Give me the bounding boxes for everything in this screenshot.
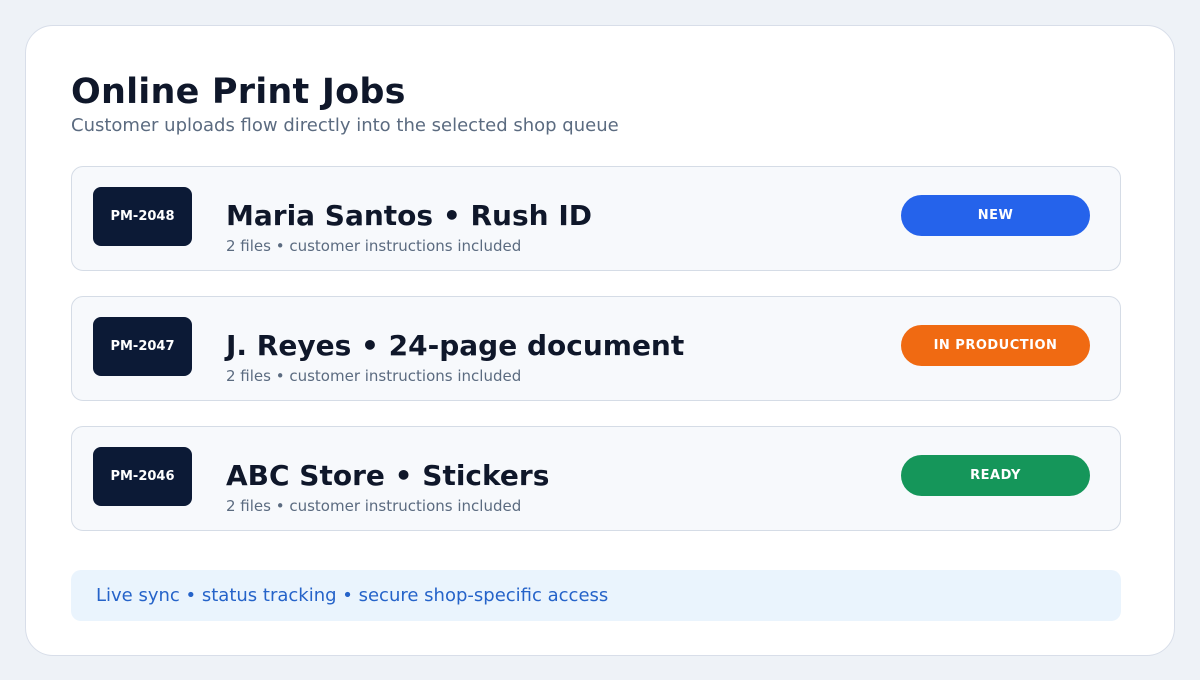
- page-subtitle: Customer uploads flow directly into the …: [71, 115, 619, 136]
- job-id-badge: PM-2047: [93, 317, 192, 376]
- job-id-badge: PM-2048: [93, 187, 192, 246]
- job-row-pm-2046[interactable]: PM-2046 ABC Store • Stickers 2 files • c…: [71, 426, 1121, 531]
- footer-note: Live sync • status tracking • secure sho…: [71, 570, 1121, 621]
- job-title: Maria Santos • Rush ID: [226, 199, 592, 232]
- job-meta: 2 files • customer instructions included: [226, 237, 522, 255]
- job-id-badge: PM-2046: [93, 447, 192, 506]
- job-row-pm-2047[interactable]: PM-2047 J. Reyes • 24-page document 2 fi…: [71, 296, 1121, 401]
- job-title: ABC Store • Stickers: [226, 459, 550, 492]
- print-jobs-card: Online Print Jobs Customer uploads flow …: [25, 25, 1175, 656]
- status-badge[interactable]: IN PRODUCTION: [901, 325, 1090, 366]
- status-badge[interactable]: NEW: [901, 195, 1090, 236]
- job-meta: 2 files • customer instructions included: [226, 497, 522, 515]
- job-meta: 2 files • customer instructions included: [226, 367, 522, 385]
- page-title: Online Print Jobs: [71, 72, 406, 112]
- job-title: J. Reyes • 24-page document: [226, 329, 685, 362]
- status-badge[interactable]: READY: [901, 455, 1090, 496]
- job-row-pm-2048[interactable]: PM-2048 Maria Santos • Rush ID 2 files •…: [71, 166, 1121, 271]
